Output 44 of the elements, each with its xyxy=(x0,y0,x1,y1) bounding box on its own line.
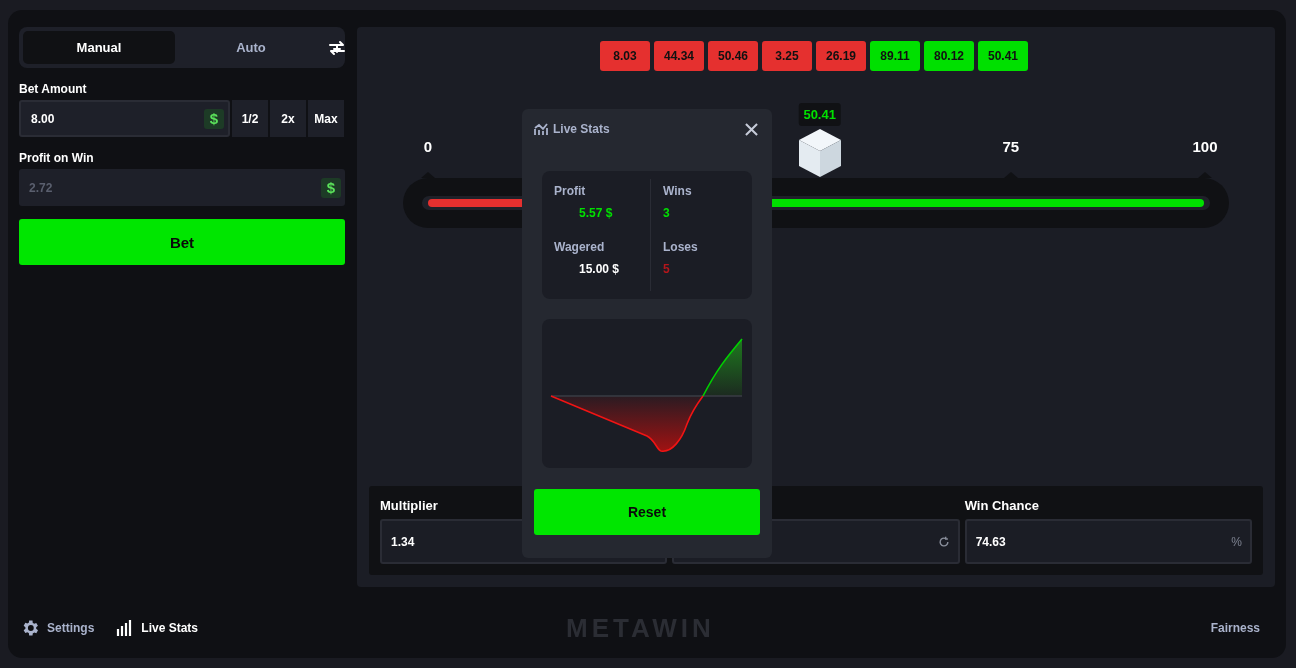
panel-title: Live Stats xyxy=(553,122,610,136)
result-chip: 8.03 xyxy=(600,41,650,71)
result-label: 50.41 xyxy=(798,103,841,126)
result-chip: 3.25 xyxy=(762,41,812,71)
stat-value: 5.57 $ xyxy=(579,206,613,220)
result-chip: 50.41 xyxy=(978,41,1028,71)
quick-bet-button[interactable]: Max xyxy=(308,100,344,137)
refresh-icon[interactable] xyxy=(937,535,950,548)
result-chip: 50.46 xyxy=(708,41,758,71)
input-field[interactable]: 74.63 % xyxy=(964,519,1252,564)
bet-amount-field[interactable]: 8.00 $ xyxy=(19,100,230,137)
currency-badge: $ xyxy=(321,177,341,198)
stat-label: Wagered xyxy=(554,240,606,254)
cube-icon xyxy=(797,128,842,178)
quick-bet-button[interactable]: 2x xyxy=(270,100,306,137)
footer-link[interactable]: Live Stats xyxy=(116,618,199,638)
field-label: Profit on Win xyxy=(19,151,95,165)
scale-label: 100 xyxy=(1192,138,1218,155)
bet-button[interactable]: Bet xyxy=(19,219,345,265)
mode-tab[interactable]: Manual xyxy=(23,31,175,64)
result-chip: 89.11 xyxy=(870,41,920,71)
close-icon[interactable] xyxy=(745,122,758,136)
quick-bet-button[interactable]: 1/2 xyxy=(232,100,268,137)
reset-button[interactable]: Reset xyxy=(534,489,760,535)
field-label: Bet Amount xyxy=(19,82,88,96)
field-label: Win Chance xyxy=(964,498,1039,513)
mode-tab[interactable]: Auto xyxy=(175,31,327,64)
scale-label: 75 xyxy=(1002,138,1020,155)
stat-label: Profit xyxy=(554,184,587,198)
result-chip: 44.34 xyxy=(654,41,704,71)
field-label: Multiplier xyxy=(380,498,438,513)
result-chip: 80.12 xyxy=(924,41,974,71)
chart-icon xyxy=(534,122,548,136)
stat-value: 15.00 $ xyxy=(579,262,620,276)
stat-label: Loses xyxy=(663,240,699,254)
stat-label: Wins xyxy=(663,184,693,198)
stat-value: 3 xyxy=(663,206,671,220)
stat-value: 5 xyxy=(663,262,671,276)
footer-link[interactable]: Settings xyxy=(20,618,95,638)
fairness-link[interactable]: Fairness xyxy=(1210,621,1260,635)
result-chip: 26.19 xyxy=(816,41,866,71)
currency-badge: $ xyxy=(204,108,224,129)
scale-label: 0 xyxy=(423,138,433,155)
percent-sign: % xyxy=(1231,534,1242,549)
